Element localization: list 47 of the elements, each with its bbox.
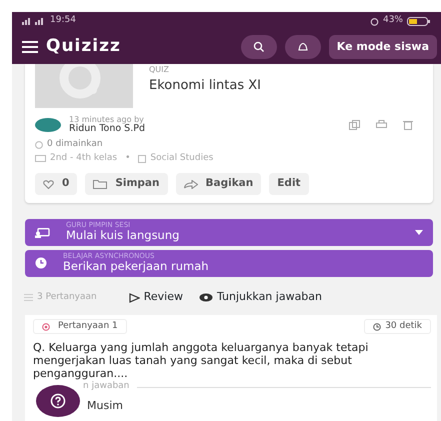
share-button[interactable]: Bagikan: [176, 173, 262, 196]
battery-percent: 43%: [382, 14, 403, 28]
play-count: 0 dimainkan: [47, 138, 103, 152]
search-button[interactable]: [240, 35, 277, 59]
review-button[interactable]: Review: [128, 289, 183, 306]
subject-icon: [138, 154, 146, 163]
author-name: Ridun Tono S.Pd: [69, 124, 145, 134]
battery-icon: [407, 16, 431, 26]
alarm-icon: [370, 16, 379, 26]
time-limit-tag: 30 detik: [364, 318, 431, 334]
folder-icon: [93, 180, 108, 189]
like-button[interactable]: 0: [35, 173, 78, 196]
play-count-icon: [35, 141, 43, 150]
avatar-icon: [35, 118, 61, 132]
eye-icon: [199, 293, 213, 302]
clock-icon: [373, 322, 382, 331]
separator-dot: •: [125, 152, 130, 165]
subject-label: Social Studies: [150, 152, 214, 165]
save-button[interactable]: Simpan: [85, 173, 168, 196]
question-number-tag: Pertanyaan 1: [33, 318, 127, 334]
question-text: Q. Keluarga yang jumlah anggota keluarganya banyak tetapi mengerjakan luas tanah yang sangat kecil, maka di sebut pengangguran....: [33, 342, 370, 380]
show-answers-button[interactable]: Tunjukkan jawaban: [199, 289, 322, 306]
signal-icon: [22, 17, 46, 25]
target-icon: [42, 322, 50, 331]
share-icon: [184, 180, 198, 189]
list-icon: [24, 294, 33, 302]
question-count: 3 Pertanyaan: [37, 290, 97, 304]
heart-icon: [43, 180, 54, 189]
presentation-icon: [35, 228, 50, 238]
notification-button[interactable]: [284, 35, 321, 59]
quiz-type-label: QUIZ: [149, 64, 170, 76]
grade-icon: [35, 154, 46, 163]
quiz-title: Ekonomi lintas XI: [149, 77, 262, 95]
menu-icon[interactable]: [22, 41, 38, 53]
help-icon: [50, 393, 66, 409]
bell-icon: [296, 41, 309, 53]
edit-button[interactable]: Edit: [269, 173, 309, 196]
answer-option: Musim: [87, 398, 123, 414]
answers-heading: n jawaban: [83, 380, 130, 394]
quizizz-logo: Quizizz: [46, 35, 121, 58]
status-time: 19:54: [50, 14, 76, 28]
timestamp: 13 minutes ago by: [69, 116, 144, 124]
student-mode-button[interactable]: Ke mode siswa: [328, 34, 437, 60]
play-icon: [128, 292, 140, 303]
grade-range: 2nd - 4th kelas: [50, 152, 118, 165]
clock-icon: [35, 257, 47, 270]
search-icon: [252, 41, 265, 53]
